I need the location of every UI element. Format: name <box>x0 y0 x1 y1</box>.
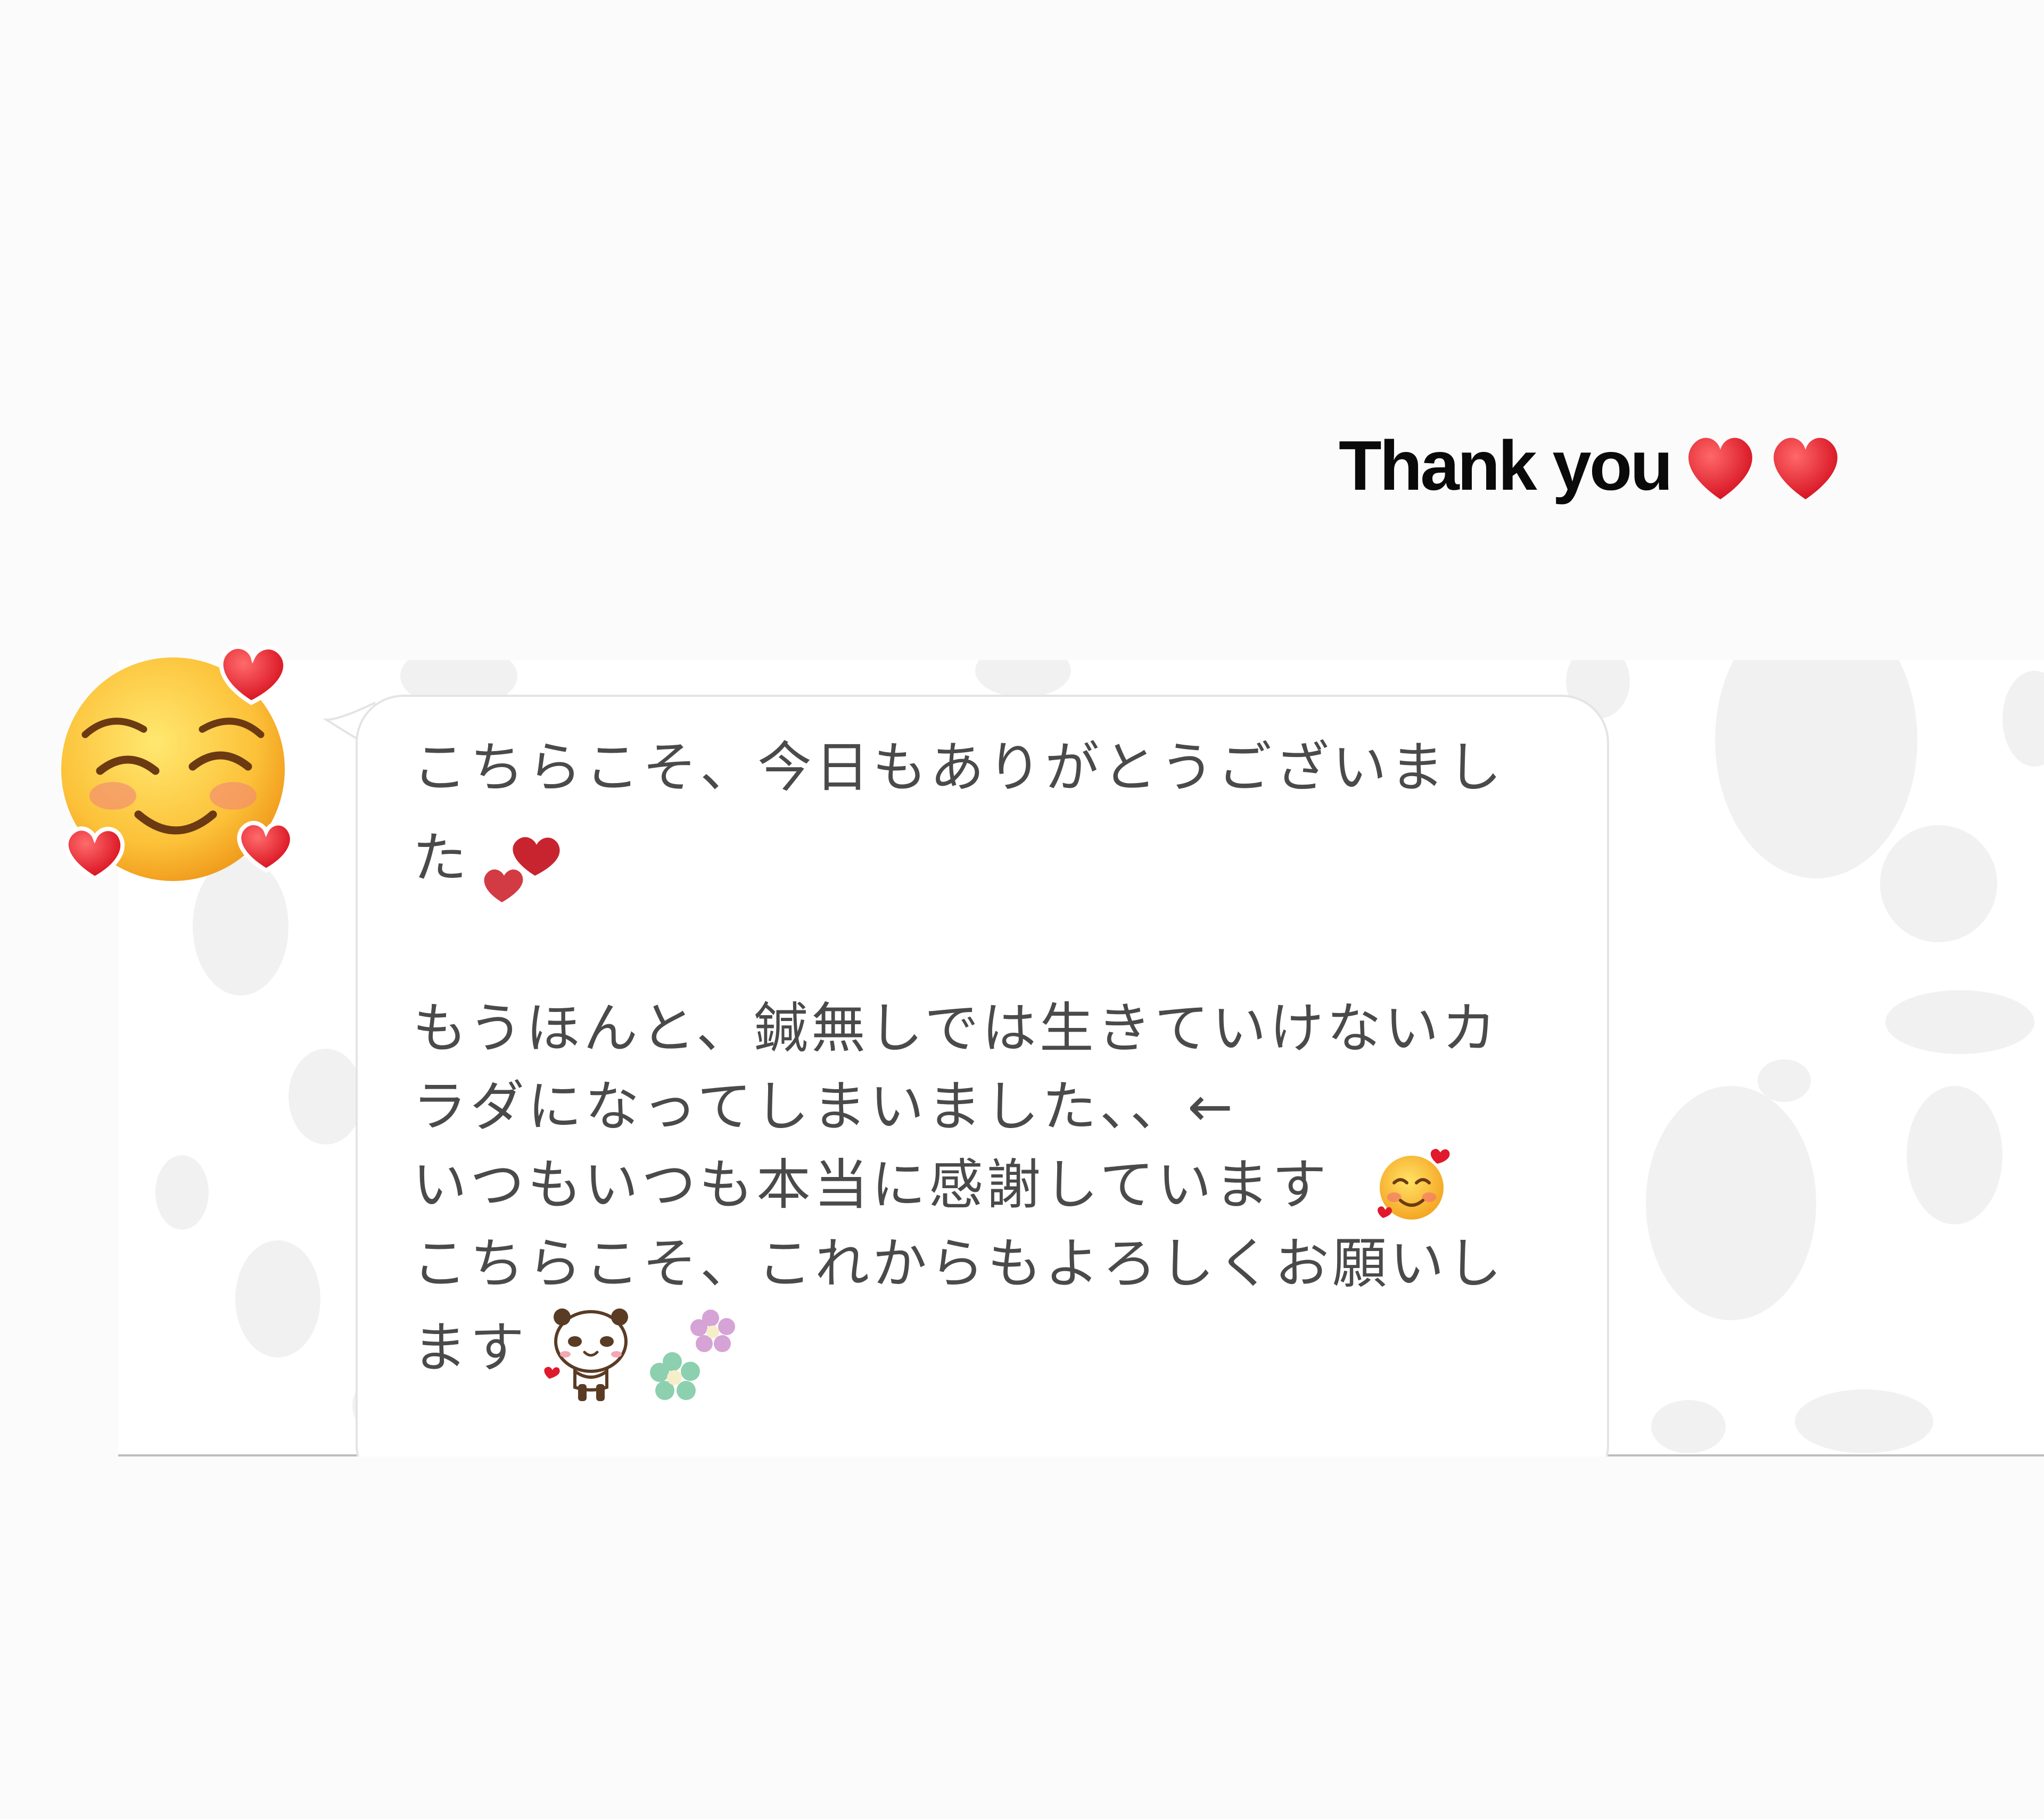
message-line-2: た <box>413 827 470 890</box>
message-line-3: もうほんと、鍼無しでは生きていけないカ <box>413 997 1499 1060</box>
message-line-7: ます <box>413 1316 528 1380</box>
flowers-icon <box>650 1310 735 1400</box>
two-hearts-icon <box>484 837 560 902</box>
story-canvas: こちらこそ、今日もありがとうございまし た もうほんと、鍼無しでは生きていけない… <box>0 0 2044 1819</box>
red-heart-icon <box>1688 438 1752 499</box>
red-heart-icon <box>1774 438 1837 499</box>
caption-hearts <box>1680 426 1845 506</box>
message-line-4: ラダになってしまいました、、← <box>413 1075 1237 1139</box>
caption-text: Thank you <box>1339 426 1673 505</box>
message-line-5: いつもいつも本当に感謝しています <box>413 1154 1330 1217</box>
story-caption: Thank you <box>1339 415 1845 516</box>
message-line-1: こちらこそ、今日もありがとうございまし <box>413 736 1505 800</box>
smiling-face-with-hearts-sticker <box>53 633 309 889</box>
bubble-crop-mask <box>341 1456 1629 1520</box>
smiling-face-with-hearts-icon <box>1378 1149 1450 1220</box>
smiling-face-with-hearts-icon <box>61 644 294 881</box>
message-line-6: こちらこそ、これからもよろしくお願いし <box>413 1232 1505 1296</box>
panda-sticker-icon <box>544 1308 628 1401</box>
